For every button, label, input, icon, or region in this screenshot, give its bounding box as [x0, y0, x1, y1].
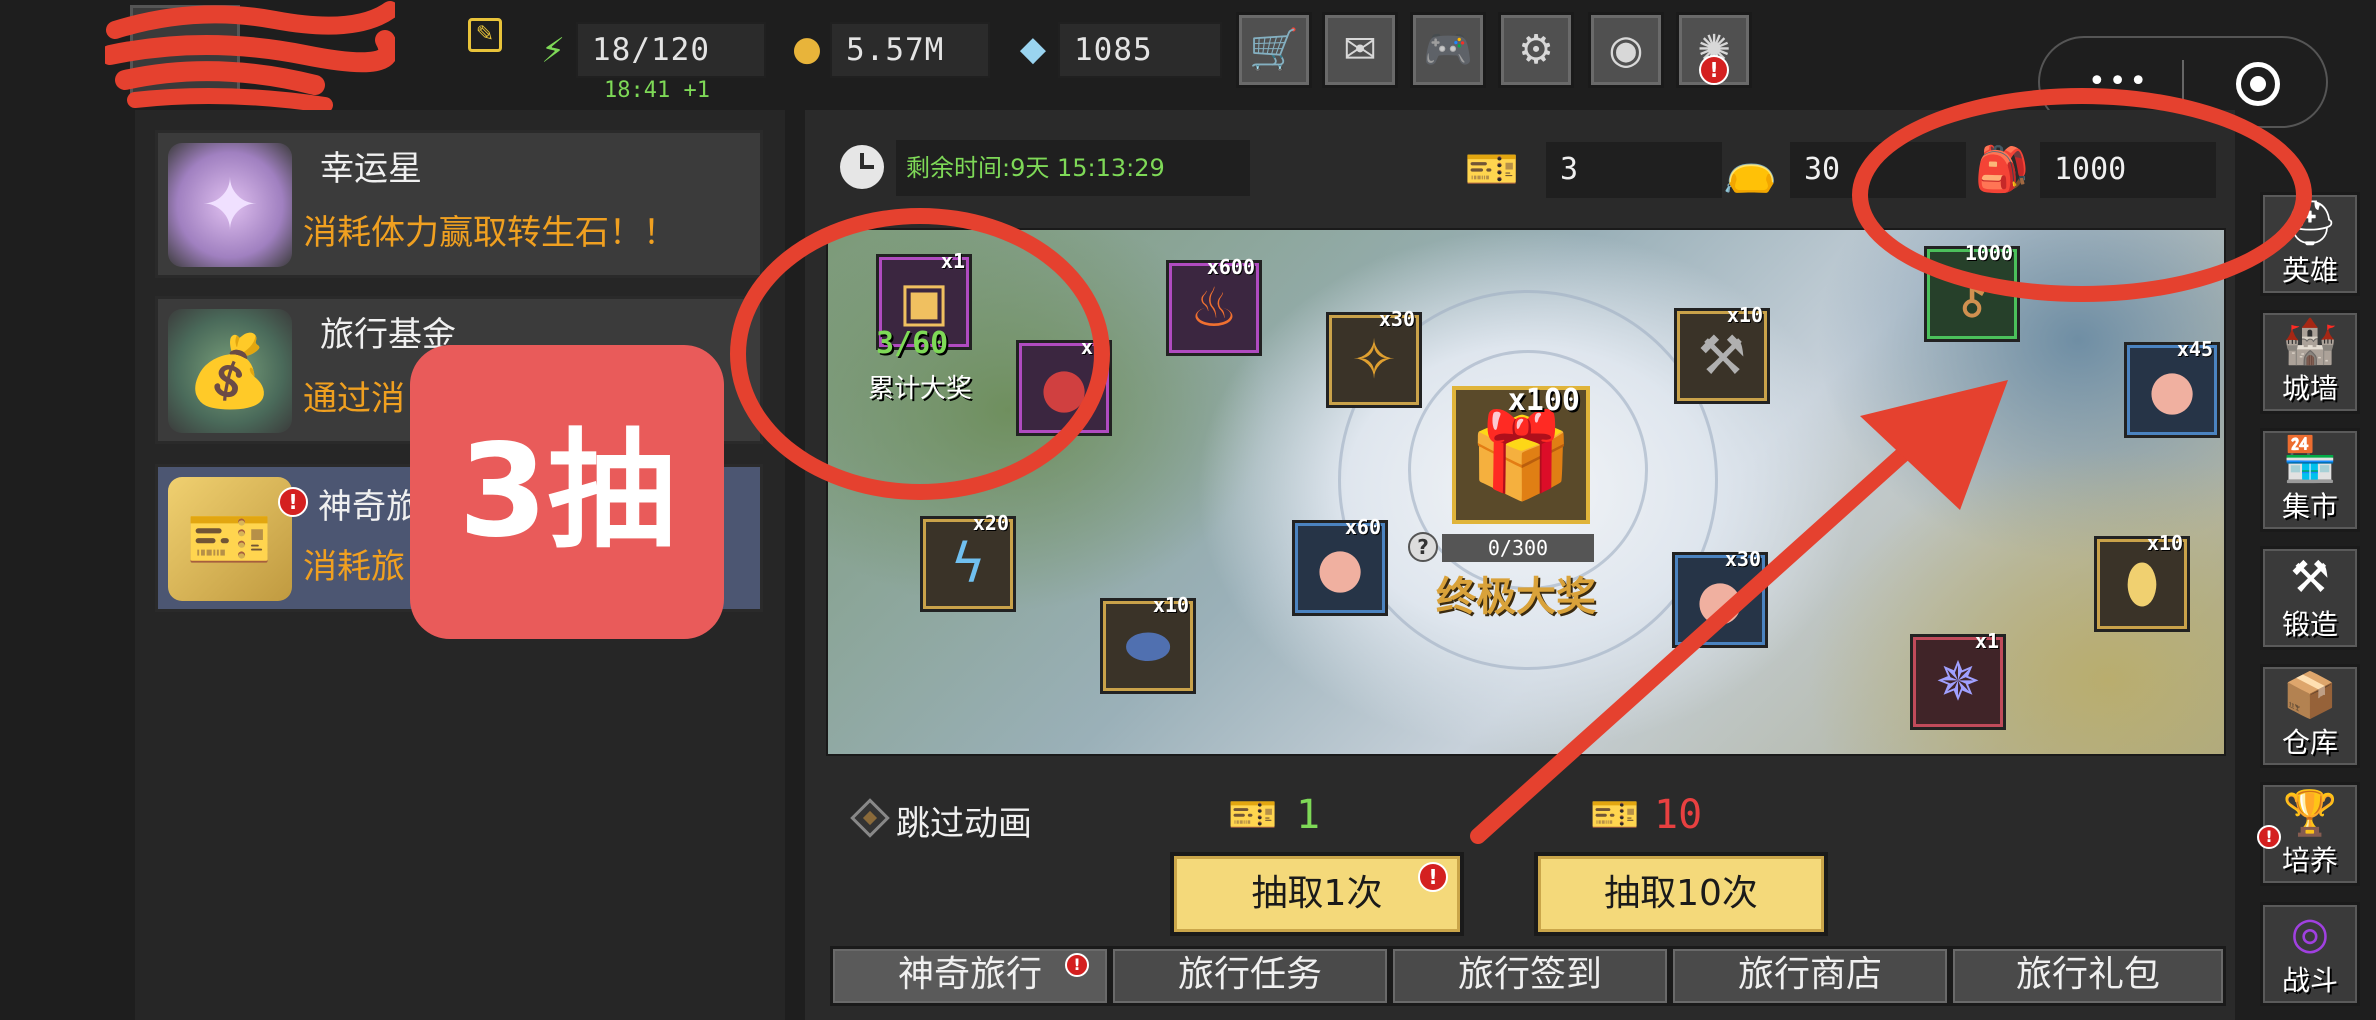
- event-card-lucky-star[interactable]: ✦ 幸运星 消耗体力赢取转生石！！: [155, 130, 763, 278]
- ticket-count: 3: [1546, 142, 1722, 198]
- stone-icon: ⬬: [1124, 614, 1172, 677]
- tab-travel-gift-pack[interactable]: 旅行礼包: [1950, 946, 2226, 1006]
- draw-ten-button[interactable]: 抽取10次: [1534, 852, 1828, 936]
- portal-icon: ◎: [2290, 908, 2330, 959]
- redaction-scribble: [105, 1, 395, 113]
- tab-travel-tasks[interactable]: 旅行任务: [1110, 946, 1390, 1006]
- tab-travel-shop[interactable]: 旅行商店: [1670, 946, 1950, 1006]
- pouch-currency-icon: 👝: [1722, 144, 1778, 195]
- lightning-icon: ϟ: [950, 532, 986, 595]
- crystal-shard-icon: ✧: [1351, 328, 1397, 391]
- reward-tile[interactable]: ● x60: [1292, 515, 1388, 616]
- nav-forge[interactable]: ⚒ 锻造: [2260, 546, 2360, 650]
- event-card-title: 幸运星: [320, 149, 422, 189]
- time-remaining: 剩余时间:9天 15:13:29: [896, 140, 1250, 196]
- gear-icon: ⚙: [1518, 27, 1554, 73]
- pouch-icon: ●: [1316, 536, 1364, 599]
- skip-animation-label[interactable]: 跳过动画: [896, 796, 1032, 845]
- aperture-icon: ◉: [1608, 27, 1644, 73]
- single-draw-cost: 1: [1296, 792, 1321, 838]
- tab-travel-checkin[interactable]: 旅行签到: [1390, 946, 1670, 1006]
- settings-button[interactable]: ⚙: [1498, 12, 1574, 88]
- stamina-value: 18/120: [576, 22, 766, 78]
- mail-button[interactable]: ✉: [1322, 12, 1398, 88]
- crate-icon: 📦: [2282, 670, 2338, 721]
- ticket-cost-icon: 🎫: [1228, 792, 1278, 838]
- annotation-arrow: [1470, 380, 2008, 844]
- money-bag-icon: 💰: [168, 309, 292, 433]
- cart-icon: 🛒: [1249, 27, 1299, 73]
- edit-icon[interactable]: ✎: [468, 18, 502, 52]
- gamepad-button[interactable]: 🎮: [1410, 12, 1486, 88]
- reward-tile[interactable]: ⬬ x10: [1100, 593, 1196, 694]
- alert-badge-icon: !: [2257, 825, 2281, 849]
- annotation-draw-count-badge: 3抽: [410, 345, 724, 639]
- gem-value: 1085: [1058, 22, 1222, 78]
- gold-value: 5.57M: [830, 22, 990, 78]
- draw-once-label: 抽取1次: [1251, 873, 1383, 914]
- gamepad-icon: 🎮: [1423, 27, 1473, 73]
- event-card-desc: 消耗体力赢取转生石！！: [303, 213, 677, 253]
- alert-badge-icon: !: [1065, 953, 1089, 977]
- event-card-desc: 消耗旅: [303, 547, 405, 587]
- anvil-icon: ⚒: [2290, 552, 2330, 603]
- annotation-circle-cumulative: [730, 208, 1110, 500]
- nav-market[interactable]: 🏪 集市: [2260, 428, 2360, 532]
- aperture-button[interactable]: ◉: [1588, 12, 1664, 88]
- draw-ten-label: 抽取10次: [1604, 873, 1758, 914]
- reward-tile[interactable]: ϟ x20: [920, 511, 1016, 612]
- fire-icon: ♨: [1189, 276, 1239, 339]
- fireworks-button[interactable]: ✺ !: [1676, 12, 1752, 88]
- pouch-icon: ●: [2148, 358, 2196, 421]
- mail-icon: ✉: [1343, 27, 1377, 73]
- shop-cart-button[interactable]: 🛒: [1236, 12, 1312, 88]
- travel-ticket-icon: 🎫: [168, 477, 292, 601]
- ticket-currency-icon: 🎫: [1464, 144, 1520, 195]
- clock-icon: [840, 145, 884, 189]
- reward-tile[interactable]: ✧ x30: [1326, 307, 1422, 408]
- stamina-regen-timer: 18:41 +1: [604, 78, 710, 103]
- gem-icon: ◆: [1019, 29, 1047, 69]
- reward-tile[interactable]: ● x45: [2124, 337, 2220, 438]
- event-card-desc: 通过消: [303, 379, 405, 419]
- nav-battle[interactable]: ◎ 战斗: [2260, 902, 2360, 1006]
- nav-warehouse[interactable]: 📦 仓库: [2260, 664, 2360, 768]
- annotation-circle-currency: [1852, 88, 2312, 302]
- alert-badge-icon: !: [1418, 862, 1448, 892]
- gold-coin-icon: ●: [792, 29, 822, 69]
- wall-icon: 🏰: [2282, 316, 2338, 367]
- stamina-icon: ⚡: [541, 31, 565, 71]
- nav-training[interactable]: 🏆 培养 !: [2257, 782, 2360, 886]
- tab-magic-travel[interactable]: 神奇旅行 !: [830, 946, 1110, 1006]
- egg-icon: ⬮: [2125, 552, 2159, 615]
- close-target-icon[interactable]: [2236, 62, 2280, 106]
- help-icon[interactable]: ?: [1408, 532, 1438, 562]
- nav-city-wall[interactable]: 🏰 城墙: [2260, 310, 2360, 414]
- alert-badge-icon: !: [278, 487, 308, 517]
- event-card-title: 神奇旅: [318, 487, 420, 527]
- market-icon: 🏪: [2282, 434, 2338, 485]
- alert-badge-icon: !: [1699, 55, 1729, 85]
- reward-tile[interactable]: ⬮ x10: [2094, 531, 2190, 632]
- draw-once-button[interactable]: 抽取1次 !: [1170, 852, 1464, 936]
- reward-tile[interactable]: ♨ x600: [1166, 255, 1262, 356]
- star-crystal-icon: ✦: [168, 143, 292, 267]
